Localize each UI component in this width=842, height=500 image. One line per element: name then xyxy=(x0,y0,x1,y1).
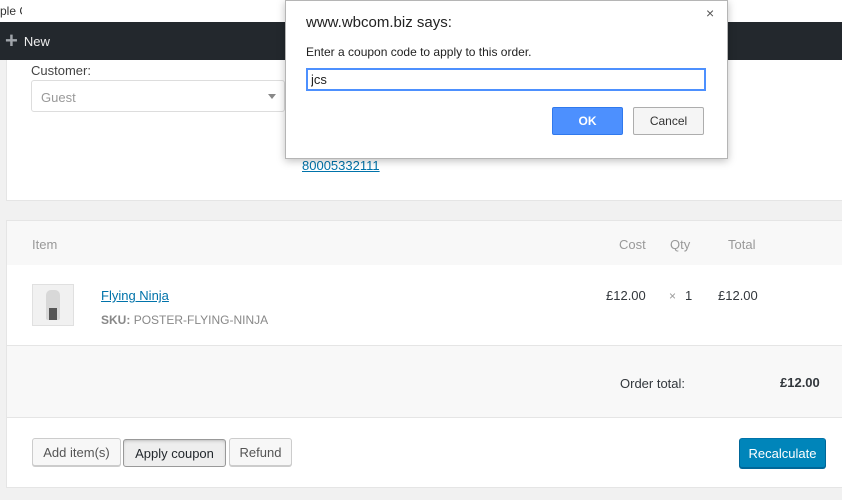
product-sku: SKU: POSTER-FLYING-NINJA xyxy=(101,313,268,327)
cancel-button[interactable]: Cancel xyxy=(633,107,704,135)
product-name-link[interactable]: Flying Ninja xyxy=(101,288,169,303)
apply-coupon-button[interactable]: Apply coupon xyxy=(123,439,226,467)
billing-phone-link[interactable]: 80005332111 xyxy=(302,158,380,173)
customer-select[interactable]: Guest xyxy=(31,80,285,112)
refund-button[interactable]: Refund xyxy=(229,438,292,466)
chevron-down-icon xyxy=(268,94,276,99)
plus-icon: + xyxy=(5,28,18,53)
coupon-prompt-dialog: www.wbcom.biz says: × Enter a coupon cod… xyxy=(285,0,728,159)
product-thumbnail xyxy=(32,284,74,326)
customer-label: Customer: xyxy=(31,63,91,78)
item-total: £12.00 xyxy=(718,288,758,303)
coupon-code-input[interactable] xyxy=(306,68,706,91)
dialog-title: www.wbcom.biz says: xyxy=(306,14,452,31)
column-header-cost: Cost xyxy=(619,237,646,252)
order-items-panel: Item Cost Qty Total Flying Ninja SKU: PO… xyxy=(6,220,842,488)
item-cost: £12.00 xyxy=(606,288,646,303)
recalculate-button[interactable]: Recalculate xyxy=(739,438,826,468)
product-image-figure xyxy=(46,290,60,320)
dialog-message: Enter a coupon code to apply to this ord… xyxy=(306,45,532,59)
sku-value: POSTER-FLYING-NINJA xyxy=(133,313,269,327)
order-total-value: £12.00 xyxy=(780,375,820,390)
times-sign: × xyxy=(669,289,677,303)
new-menu-label: New xyxy=(23,33,50,49)
order-totals: Order total: £12.00 xyxy=(7,346,842,418)
sku-label: SKU: xyxy=(101,313,131,327)
browser-tab-title[interactable]: ple Gr xyxy=(0,4,22,18)
items-table-header: Item Cost Qty Total xyxy=(7,221,842,265)
column-header-qty: Qty xyxy=(670,237,691,252)
table-row: Flying Ninja SKU: POSTER-FLYING-NINJA £1… xyxy=(7,265,842,346)
close-icon[interactable]: × xyxy=(706,5,714,21)
column-header-total: Total xyxy=(728,237,756,252)
customer-select-value: Guest xyxy=(41,90,76,105)
order-total-label: Order total: xyxy=(620,376,686,391)
ok-button[interactable]: OK xyxy=(552,107,623,135)
item-qty: 1 xyxy=(685,288,693,303)
add-items-button[interactable]: Add item(s) xyxy=(32,438,121,466)
column-header-item: Item xyxy=(32,237,58,252)
new-menu-item[interactable]: + New xyxy=(5,22,50,60)
